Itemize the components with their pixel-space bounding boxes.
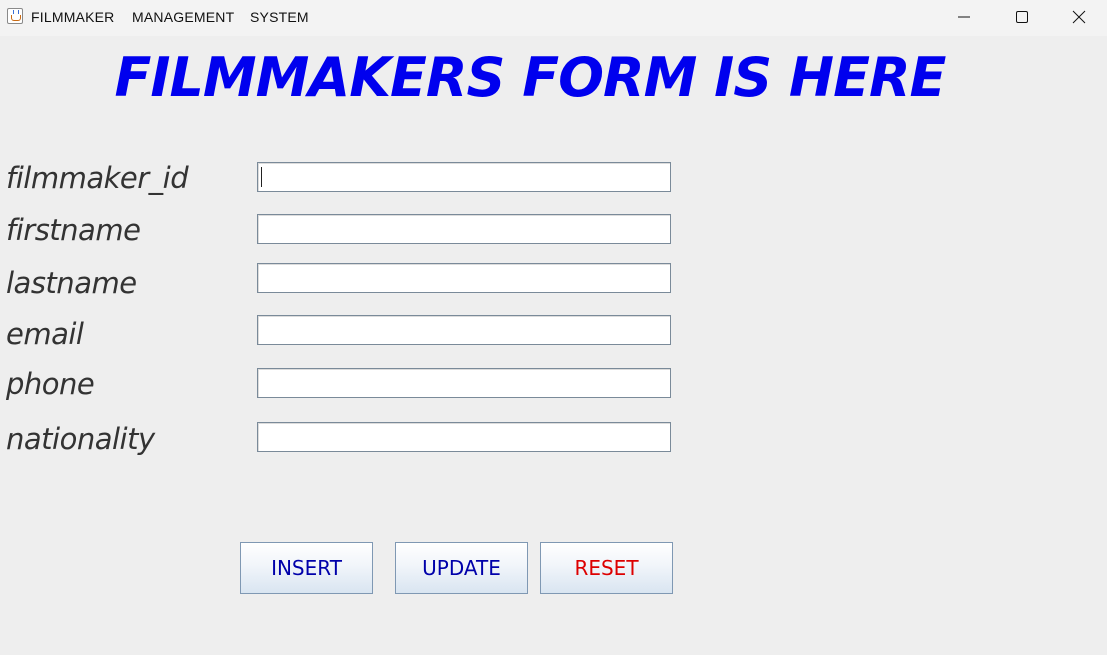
- minimize-button[interactable]: [935, 0, 993, 34]
- label-nationality: nationality: [6, 422, 155, 456]
- lastname-field[interactable]: [257, 263, 671, 293]
- label-firstname: firstname: [6, 213, 141, 247]
- phone-field[interactable]: [257, 368, 671, 398]
- nationality-field[interactable]: [257, 422, 671, 452]
- email-field[interactable]: [257, 315, 671, 345]
- update-button[interactable]: UPDATE: [395, 542, 528, 594]
- label-lastname: lastname: [6, 266, 137, 300]
- close-icon: [1072, 10, 1086, 24]
- maximize-icon: [1016, 11, 1028, 23]
- menu-management[interactable]: MANAGEMENT: [132, 9, 234, 25]
- reset-button[interactable]: RESET: [540, 542, 673, 594]
- insert-button[interactable]: INSERT: [240, 542, 373, 594]
- filmmaker-id-field[interactable]: [257, 162, 671, 192]
- firstname-field[interactable]: [257, 214, 671, 244]
- form-title: FILMMAKERS FORM IS HERE: [114, 46, 947, 109]
- close-button[interactable]: [1050, 0, 1107, 34]
- text-caret: [261, 167, 262, 187]
- minimize-icon: [958, 16, 970, 18]
- label-email: email: [6, 317, 84, 351]
- menu-system[interactable]: SYSTEM: [250, 9, 309, 25]
- maximize-button[interactable]: [993, 0, 1051, 34]
- window-titlebar: FILMMAKER MANAGEMENT SYSTEM: [0, 0, 1107, 36]
- menu-filmmaker[interactable]: FILMMAKER: [31, 9, 114, 25]
- label-phone: phone: [6, 367, 95, 401]
- label-filmmaker-id: filmmaker_id: [6, 161, 189, 195]
- java-app-icon: [7, 8, 23, 24]
